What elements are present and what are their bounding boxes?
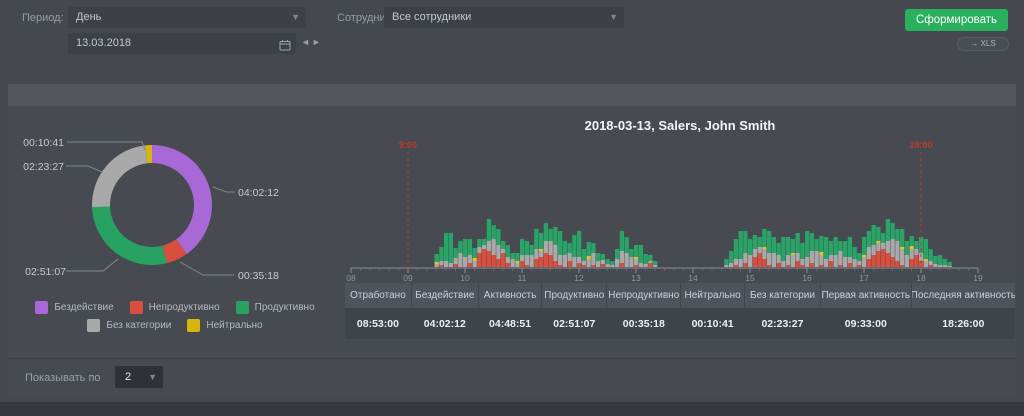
cell-last-activity: 18:26:00 xyxy=(911,308,1015,339)
col-header: Последняя активность xyxy=(911,283,1015,308)
cell-idle: 04:02:12 xyxy=(411,308,478,339)
col-header: Нейтрально xyxy=(680,283,744,308)
legend-item-no-category[interactable]: Без категории xyxy=(87,319,171,332)
legend-item-neutral[interactable]: Нейтрально xyxy=(187,319,262,332)
employee-select-value: Все сотрудники xyxy=(392,11,471,23)
page-size-value: 2 xyxy=(125,371,131,383)
col-header: Без категории xyxy=(744,283,820,308)
legend-item-idle[interactable]: Бездействие xyxy=(35,301,113,314)
legend-swatch-idle xyxy=(35,301,48,314)
svg-text:16: 16 xyxy=(802,273,812,283)
period-select-value: День xyxy=(76,11,101,23)
employee-select[interactable]: Все сотрудники ▼ xyxy=(384,7,624,28)
cell-activity: 04:48:51 xyxy=(478,308,542,339)
legend-label: Непродуктивно xyxy=(149,302,220,313)
chevron-down-icon: ▼ xyxy=(291,7,300,28)
svg-text:12: 12 xyxy=(574,273,584,283)
svg-text:19: 19 xyxy=(973,273,983,283)
svg-text:17: 17 xyxy=(859,273,869,283)
chevron-down-icon: ▼ xyxy=(148,366,157,388)
donut-slices[interactable] xyxy=(92,145,212,265)
cell-no-category: 02:23:27 xyxy=(744,308,820,339)
donut-callout-productive: 02:51:07 xyxy=(25,266,66,278)
col-header: Активность xyxy=(478,283,542,308)
svg-text:15: 15 xyxy=(745,273,755,283)
donut-callout-neutral: 00:10:41 xyxy=(23,137,64,149)
col-header: Непродуктивно xyxy=(606,283,680,308)
page-size-select[interactable]: 2 ▼ xyxy=(115,366,163,388)
prev-day-icon[interactable]: ◄ xyxy=(301,37,312,47)
table-header-row: Отработано Бездействие Активность Продук… xyxy=(345,283,1015,308)
summary-table: Отработано Бездействие Активность Продук… xyxy=(345,283,1015,339)
cell-unproductive: 00:35:18 xyxy=(606,308,680,339)
leader-line xyxy=(66,166,102,172)
generate-button[interactable]: Сформировать xyxy=(905,9,1008,31)
col-header: Первая активность xyxy=(820,283,911,308)
period-select[interactable]: День ▼ xyxy=(68,7,306,28)
next-day-icon[interactable]: ► xyxy=(312,37,323,47)
activity-donut-chart: 00:10:41 02:23:27 04:02:12 02:51:07 00:3… xyxy=(10,115,340,301)
timeline-axis: 08 09 10 11 12 13 14 15 16 17 18 19 xyxy=(346,268,983,283)
panel-header-strip xyxy=(8,84,1016,106)
panel-footer-divider xyxy=(8,358,1016,359)
legend-label: Без категории xyxy=(106,320,171,331)
page-size-label: Показывать по xyxy=(25,372,101,384)
svg-text:18: 18 xyxy=(916,273,926,283)
donut-slice-Бездействие[interactable] xyxy=(152,145,212,254)
activity-timeline-chart: 08 09 10 11 12 13 14 15 16 17 18 19 9:00 18:00 xyxy=(345,136,1017,284)
svg-text:11: 11 xyxy=(518,273,527,283)
donut-callout-unproductive: 00:35:18 xyxy=(238,270,279,282)
timeline-bars xyxy=(435,219,952,267)
bottom-strip xyxy=(0,402,1024,416)
svg-text:08: 08 xyxy=(346,273,356,283)
donut-slice-Без категории[interactable] xyxy=(92,145,147,207)
chevron-down-icon: ▼ xyxy=(609,7,618,28)
svg-text:13: 13 xyxy=(631,273,641,283)
cell-productive: 02:51:07 xyxy=(541,308,606,339)
legend-swatch-unproductive xyxy=(130,301,143,314)
date-input[interactable]: 13.03.2018 xyxy=(68,33,296,54)
svg-text:18:00: 18:00 xyxy=(909,140,932,150)
col-header: Бездействие xyxy=(411,283,478,308)
legend-swatch-neutral xyxy=(187,319,200,332)
calendar-icon[interactable] xyxy=(279,38,291,59)
date-value: 13.03.2018 xyxy=(76,37,131,49)
legend-item-unproductive[interactable]: Непродуктивно xyxy=(130,301,220,314)
cell-neutral: 00:10:41 xyxy=(680,308,744,339)
svg-text:10: 10 xyxy=(460,273,470,283)
svg-text:09: 09 xyxy=(403,273,413,283)
legend-label: Продуктивно xyxy=(255,302,315,313)
date-nav: ◄► xyxy=(301,37,323,47)
col-header: Продуктивно xyxy=(541,283,606,308)
leader-line xyxy=(180,262,234,275)
donut-callout-idle: 04:02:12 xyxy=(238,187,279,199)
svg-text:14: 14 xyxy=(688,273,698,283)
legend-label: Нейтрально xyxy=(206,320,262,331)
report-screen: Период: День ▼ 13.03.2018 ◄► Сотрудник: … xyxy=(0,0,1024,416)
col-header: Отработано xyxy=(345,283,411,308)
donut-slice-Продуктивно[interactable] xyxy=(92,207,167,265)
svg-text:9:00: 9:00 xyxy=(399,140,417,150)
legend-label: Бездействие xyxy=(54,302,113,313)
timeline-title: 2018-03-13, Salers, John Smith xyxy=(345,118,1015,133)
donut-legend: Бездействие Непродуктивно Продуктивно Бе… xyxy=(10,301,340,332)
donut-callout-no-category: 02:23:27 xyxy=(23,161,64,173)
legend-swatch-productive xyxy=(236,301,249,314)
leader-line xyxy=(66,259,118,271)
period-label: Период: xyxy=(22,12,64,24)
export-xls-button[interactable]: → XLS xyxy=(957,37,1009,51)
table-row: 08:53:00 04:02:12 04:48:51 02:51:07 00:3… xyxy=(345,308,1015,339)
legend-item-productive[interactable]: Продуктивно xyxy=(236,301,315,314)
legend-swatch-no-category xyxy=(87,319,100,332)
cell-worked: 08:53:00 xyxy=(345,308,411,339)
cell-first-activity: 09:33:00 xyxy=(820,308,911,339)
leader-line xyxy=(213,187,235,192)
